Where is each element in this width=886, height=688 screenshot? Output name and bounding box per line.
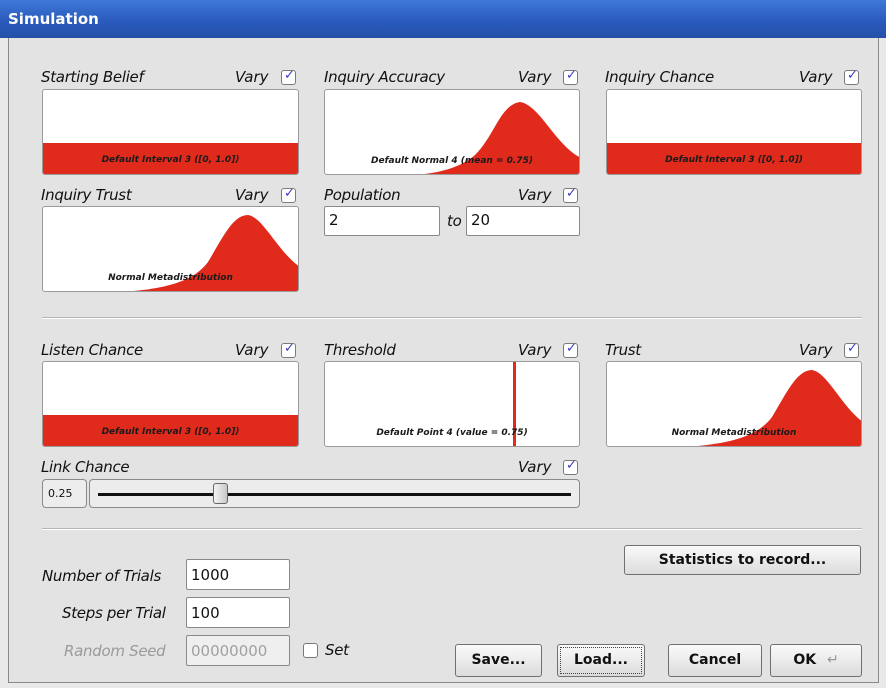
listen-chance-label: Listen Chance bbox=[41, 341, 143, 359]
load-button[interactable]: Load... bbox=[557, 644, 645, 677]
starting-belief-label: Starting Belief bbox=[41, 68, 144, 86]
starting-belief-vary-checkbox[interactable]: ✓ bbox=[281, 68, 296, 85]
link-chance-slider[interactable] bbox=[89, 479, 580, 508]
threshold-label: Threshold bbox=[324, 341, 396, 359]
inquiry-trust-vary-checkbox[interactable]: ✓ bbox=[281, 186, 296, 203]
trust-distribution[interactable]: Normal Metadistribution bbox=[606, 361, 862, 447]
check-icon: ✓ bbox=[847, 68, 858, 83]
threshold-vary-label: Vary bbox=[518, 341, 552, 359]
inquiry-chance-caption: Default Interval 3 ([0, 1.0]) bbox=[665, 155, 803, 165]
enter-key-icon: ↵ bbox=[826, 652, 839, 668]
inquiry-accuracy-label: Inquiry Accuracy bbox=[324, 68, 445, 86]
steps-per-trial-input[interactable]: 100 bbox=[186, 597, 290, 628]
population-label: Population bbox=[324, 186, 401, 204]
listen-chance-vary-label: Vary bbox=[235, 341, 269, 359]
random-seed-label: Random Seed bbox=[64, 642, 166, 660]
starting-belief-caption: Default Interval 3 ([0, 1.0]) bbox=[101, 155, 240, 165]
inquiry-trust-vary-label: Vary bbox=[235, 186, 269, 204]
inquiry-trust-label: Inquiry Trust bbox=[41, 186, 132, 204]
random-seed-input[interactable]: 00000000 bbox=[186, 635, 290, 666]
threshold-vary-checkbox[interactable]: ✓ bbox=[563, 341, 578, 358]
random-seed-set-label: Set bbox=[325, 641, 349, 659]
population-min-input[interactable]: 2 bbox=[324, 206, 440, 236]
population-vary-label: Vary bbox=[518, 186, 552, 204]
inquiry-chance-label: Inquiry Chance bbox=[605, 68, 714, 86]
starting-belief-distribution[interactable]: Default Interval 3 ([0, 1.0]) bbox=[42, 89, 299, 175]
trust-label: Trust bbox=[605, 341, 641, 359]
random-seed-set-checkbox[interactable] bbox=[303, 643, 318, 658]
check-icon: ✓ bbox=[284, 68, 295, 83]
trust-caption: Normal Metadistribution bbox=[671, 428, 797, 438]
inquiry-accuracy-distribution[interactable]: Default Normal 4 (mean = 0.75) bbox=[324, 89, 580, 175]
population-vary-checkbox[interactable]: ✓ bbox=[563, 186, 578, 203]
inquiry-trust-distribution[interactable]: Normal Metadistribution bbox=[42, 206, 299, 292]
population-max-input[interactable]: 20 bbox=[466, 206, 580, 236]
check-icon: ✓ bbox=[284, 186, 295, 201]
listen-chance-distribution[interactable]: Default Interval 3 ([0, 1.0]) bbox=[42, 361, 299, 447]
ok-button-label: OK bbox=[793, 652, 817, 668]
number-of-trials-label: Number of Trials bbox=[42, 567, 161, 585]
trust-vary-label: Vary bbox=[799, 341, 833, 359]
number-of-trials-input[interactable]: 1000 bbox=[186, 559, 290, 590]
separator bbox=[42, 528, 862, 530]
check-icon: ✓ bbox=[284, 341, 295, 356]
check-icon: ✓ bbox=[566, 458, 577, 473]
link-chance-vary-label: Vary bbox=[518, 458, 552, 476]
slider-track bbox=[98, 493, 571, 496]
save-button[interactable]: Save... bbox=[455, 644, 542, 677]
slider-thumb[interactable] bbox=[213, 483, 228, 504]
check-icon: ✓ bbox=[566, 341, 577, 356]
window-title: Simulation bbox=[8, 10, 99, 28]
simulation-dialog: Starting Belief Vary ✓ Default Interval … bbox=[8, 38, 879, 683]
starting-belief-vary-label: Vary bbox=[235, 68, 269, 86]
trust-vary-checkbox[interactable]: ✓ bbox=[844, 341, 859, 358]
check-icon: ✓ bbox=[566, 68, 577, 83]
statistics-to-record-button[interactable]: Statistics to record... bbox=[624, 545, 861, 575]
link-chance-vary-checkbox[interactable]: ✓ bbox=[563, 458, 578, 475]
inquiry-chance-vary-checkbox[interactable]: ✓ bbox=[844, 68, 859, 85]
ok-button[interactable]: OK ↵ bbox=[770, 644, 862, 677]
threshold-distribution[interactable]: Default Point 4 (value = 0.75) bbox=[324, 361, 580, 447]
inquiry-accuracy-vary-label: Vary bbox=[518, 68, 552, 86]
cancel-button[interactable]: Cancel bbox=[668, 644, 762, 677]
inquiry-trust-caption: Normal Metadistribution bbox=[108, 273, 233, 283]
population-to-label: to bbox=[447, 212, 462, 230]
steps-per-trial-label: Steps per Trial bbox=[62, 604, 166, 622]
link-chance-label: Link Chance bbox=[41, 458, 130, 476]
link-chance-value: 0.25 bbox=[42, 479, 87, 508]
check-icon: ✓ bbox=[566, 186, 577, 201]
check-icon: ✓ bbox=[847, 341, 858, 356]
listen-chance-vary-checkbox[interactable]: ✓ bbox=[281, 341, 296, 358]
inquiry-accuracy-caption: Default Normal 4 (mean = 0.75) bbox=[371, 156, 533, 166]
separator bbox=[42, 317, 862, 319]
inquiry-accuracy-vary-checkbox[interactable]: ✓ bbox=[563, 68, 578, 85]
inquiry-chance-distribution[interactable]: Default Interval 3 ([0, 1.0]) bbox=[606, 89, 862, 175]
inquiry-chance-vary-label: Vary bbox=[799, 68, 833, 86]
window-title-bar: Simulation bbox=[0, 0, 886, 38]
listen-chance-caption: Default Interval 3 ([0, 1.0]) bbox=[101, 427, 240, 437]
threshold-caption: Default Point 4 (value = 0.75) bbox=[376, 428, 528, 438]
